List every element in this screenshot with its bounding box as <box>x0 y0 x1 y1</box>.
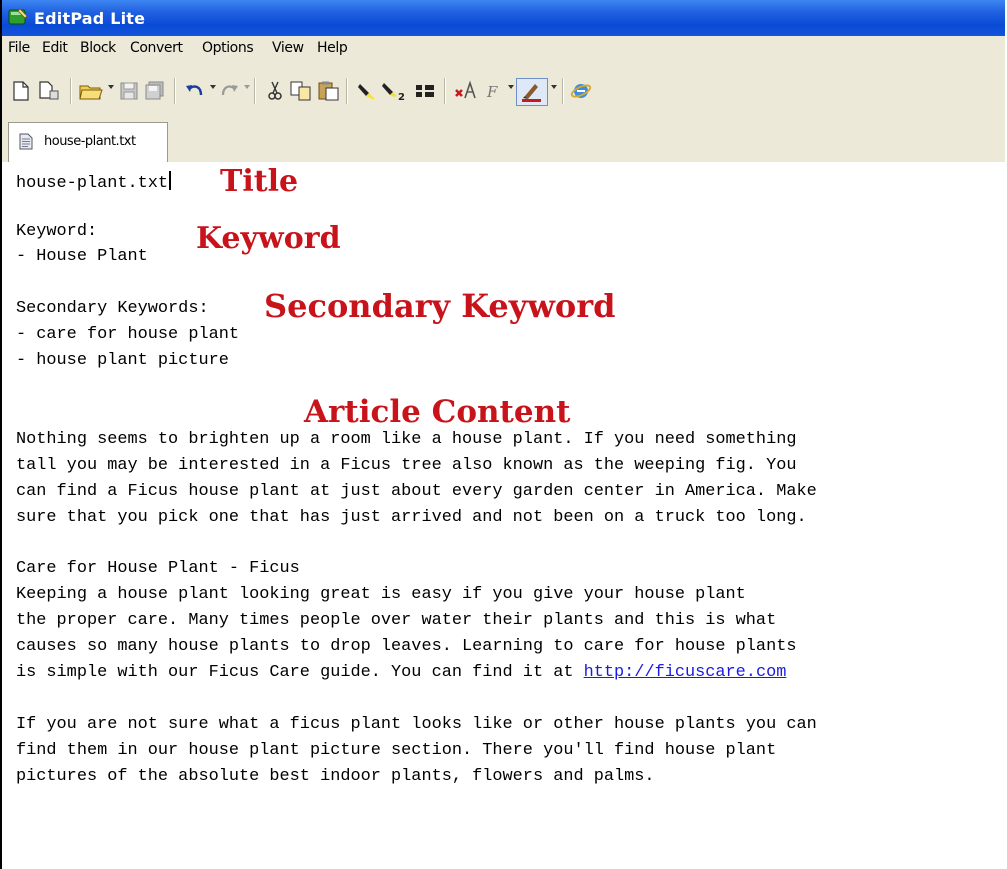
open-file-icon[interactable] <box>36 78 62 104</box>
menu-block[interactable]: Block <box>80 40 116 56</box>
text-caret <box>169 171 172 190</box>
line-12: tall you may be interested in a Ficus tr… <box>16 456 797 475</box>
tab-house-plant[interactable]: house-plant.txt <box>8 122 168 162</box>
text-file-icon <box>19 133 33 150</box>
window-title: EditPad Lite <box>34 9 146 28</box>
line-14: sure that you pick one that has just arr… <box>16 508 807 527</box>
clear-format-icon[interactable] <box>452 78 478 104</box>
svg-text:F: F <box>486 83 498 101</box>
menu-view[interactable]: View <box>272 40 304 56</box>
web-browser-icon[interactable] <box>568 78 594 104</box>
highlighter-icon[interactable] <box>354 78 380 104</box>
line-23: find them in our house plant picture sec… <box>16 741 777 760</box>
line-6: Secondary Keywords: <box>16 299 209 318</box>
text-editor[interactable]: house-plant.txt Keyword: - House Plant S… <box>2 162 1005 869</box>
line-24: pictures of the absolute best indoor pla… <box>16 767 655 786</box>
line-4: - House Plant <box>16 247 148 266</box>
line-7: - care for house plant <box>16 325 239 344</box>
line-20: is simple with our Ficus Care guide. You… <box>16 663 787 682</box>
save-all-icon[interactable] <box>142 78 168 104</box>
editpad-window: EditPad Lite File Edit Block Convert Opt… <box>0 0 1005 869</box>
tab-label: house-plant.txt <box>44 134 136 149</box>
paste-icon[interactable] <box>316 78 342 104</box>
menu-convert[interactable]: Convert <box>130 40 183 56</box>
toolbar: 2 F <box>2 62 1005 118</box>
copy-icon[interactable] <box>288 78 314 104</box>
menu-edit[interactable]: Edit <box>42 40 68 56</box>
font-icon[interactable]: F <box>480 78 506 104</box>
undo-icon[interactable] <box>182 78 208 104</box>
line-19: causes so many house plants to drop leav… <box>16 637 797 656</box>
menu-options[interactable]: Options <box>202 40 254 56</box>
open-folder-icon[interactable] <box>78 78 104 104</box>
line-16: Care for House Plant - Ficus <box>16 559 300 578</box>
line-22: If you are not sure what a ficus plant l… <box>16 715 817 734</box>
annotation-secondary-keyword: Secondary Keyword <box>264 287 616 325</box>
cut-icon[interactable] <box>262 78 288 104</box>
new-file-icon[interactable] <box>8 78 34 104</box>
tab-strip: house-plant.txt <box>2 118 1005 163</box>
line-1: house-plant.txt <box>16 171 172 195</box>
menu-file[interactable]: File <box>8 40 30 56</box>
color-icon[interactable] <box>516 78 548 106</box>
menu-help[interactable]: Help <box>317 40 348 56</box>
annotation-article-content: Article Content <box>304 394 571 430</box>
find-replace-icon[interactable]: 2 <box>382 78 408 104</box>
line-11: Nothing seems to brighten up a room like… <box>16 430 797 449</box>
menu-bar: File Edit Block Convert Options View Hel… <box>2 36 1005 62</box>
find-next-icon[interactable] <box>412 78 438 104</box>
app-icon <box>8 8 28 25</box>
redo-icon[interactable] <box>216 78 242 104</box>
line-8: - house plant picture <box>16 351 229 370</box>
save-icon[interactable] <box>116 78 142 104</box>
line-17: Keeping a house plant looking great is e… <box>16 585 746 604</box>
title-bar: EditPad Lite <box>2 0 1005 36</box>
line-13: can find a Ficus house plant at just abo… <box>16 482 817 501</box>
annotation-keyword: Keyword <box>196 221 341 256</box>
line-18: the proper care. Many times people over … <box>16 611 777 630</box>
line-3: Keyword: <box>16 222 98 241</box>
ficuscare-link[interactable]: http://ficuscare.com <box>584 663 787 682</box>
annotation-title: Title <box>220 164 299 199</box>
svg-text:2: 2 <box>398 92 405 102</box>
